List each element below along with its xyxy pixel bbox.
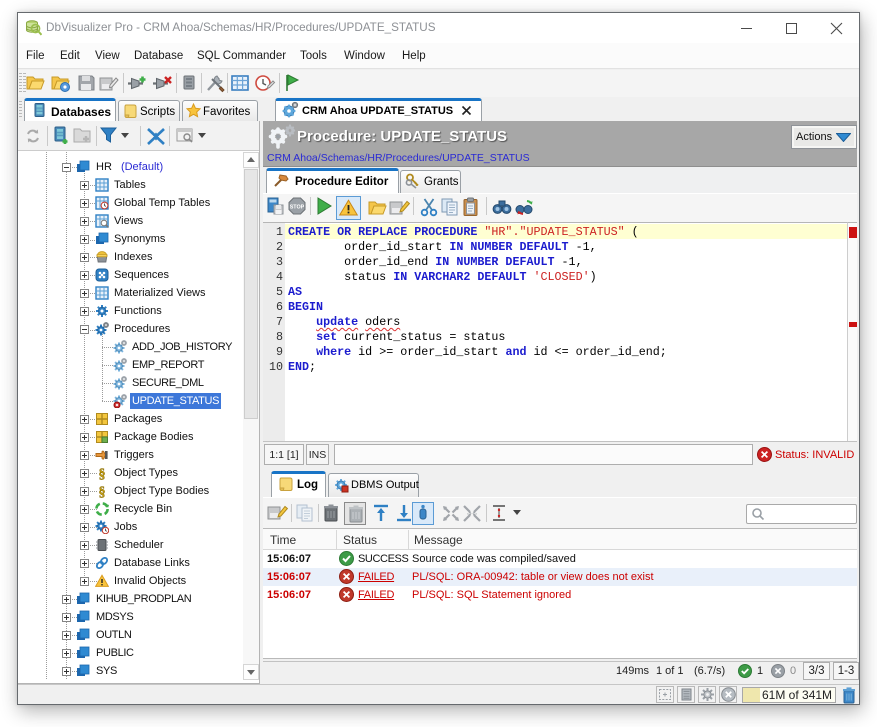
svg-text:§: § — [99, 467, 106, 480]
svg-text:§: § — [99, 485, 106, 498]
svg-text:STOP: STOP — [290, 204, 305, 210]
